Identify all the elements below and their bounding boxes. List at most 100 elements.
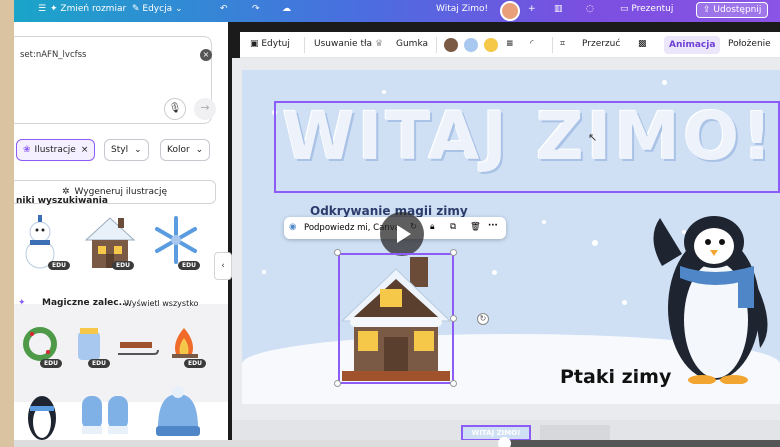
edu-badge: EDU bbox=[112, 261, 134, 270]
bg-remove-label: Usuwanie tła bbox=[314, 39, 373, 49]
winter-hat-thumbnail[interactable] bbox=[148, 382, 208, 442]
lock-icon[interactable]: 🔒︎ bbox=[430, 222, 435, 232]
close-icon[interactable]: × bbox=[81, 145, 89, 155]
filter-chip-color[interactable]: Kolor ⌄ bbox=[160, 139, 211, 161]
element-toolbar: ▣ Edytuj Usuwanie tła ♛ Gumka ≡ ◜ ⌗ Prze… bbox=[240, 32, 780, 58]
snowman-thumbnail[interactable]: EDU bbox=[16, 210, 76, 272]
left-edge bbox=[0, 0, 14, 447]
present-label: Prezentuj bbox=[631, 4, 674, 14]
snowflake-thumbnail[interactable]: EDU bbox=[146, 210, 206, 272]
divider bbox=[304, 37, 305, 53]
crown-icon: ♛ bbox=[374, 39, 384, 49]
collapse-panel-button[interactable]: ‹ bbox=[214, 252, 232, 280]
animate-button[interactable]: Animacja bbox=[664, 36, 721, 54]
edu-badge: EDU bbox=[184, 359, 206, 368]
corner-rounding-icon[interactable]: ◜ bbox=[530, 39, 534, 49]
chip-label: Styl bbox=[111, 145, 129, 155]
eraser-button[interactable]: Gumka bbox=[396, 39, 428, 49]
avatar[interactable] bbox=[500, 1, 520, 21]
cloud-save-icon[interactable]: ☁ bbox=[282, 4, 291, 14]
divider bbox=[552, 37, 553, 53]
share-button[interactable]: ⇪ Udostępnij bbox=[696, 2, 769, 18]
more-options-icon[interactable]: ··· bbox=[488, 221, 498, 231]
penguin-thumbnail[interactable] bbox=[18, 382, 68, 442]
add-icon[interactable]: + bbox=[528, 4, 536, 14]
see-all-link[interactable]: Wyświetl wszystko bbox=[124, 299, 198, 308]
chip-label: Kolor bbox=[167, 145, 190, 155]
campfire-thumbnail[interactable]: EDU bbox=[162, 322, 208, 370]
sled-icon bbox=[118, 342, 159, 355]
results-heading: niki wyszukiwania bbox=[16, 196, 108, 206]
page-thumbnail-2[interactable] bbox=[540, 425, 610, 441]
gift-jar-thumbnail[interactable]: EDU bbox=[66, 322, 112, 370]
video-progress-bar[interactable] bbox=[14, 437, 780, 447]
penguin-icon bbox=[28, 396, 56, 440]
penguin-illustration[interactable] bbox=[642, 208, 780, 384]
hamburger-icon[interactable]: ☰ bbox=[38, 4, 46, 14]
birds-text[interactable]: Ptaki zimy bbox=[560, 366, 671, 388]
color-swatch-brown[interactable] bbox=[444, 38, 458, 52]
color-swatch-blue[interactable] bbox=[464, 38, 478, 52]
flip-button[interactable]: Przerzuć bbox=[582, 39, 620, 49]
mittens-thumbnail[interactable] bbox=[76, 386, 136, 442]
title-selection-box bbox=[274, 101, 780, 193]
color-swatch-yellow[interactable] bbox=[484, 38, 498, 52]
line-weight-icon[interactable]: ≡ bbox=[506, 39, 514, 49]
background-remover-button[interactable]: Usuwanie tła ♛ bbox=[314, 39, 383, 49]
magic-icon: ◉ bbox=[289, 222, 297, 232]
edit-label: Edycja bbox=[142, 4, 173, 14]
edit-image-button[interactable]: ▣ Edytuj bbox=[250, 39, 290, 49]
snowflake-dot bbox=[622, 300, 627, 305]
snowflake-dot bbox=[592, 240, 598, 246]
clear-icon[interactable]: × bbox=[200, 49, 212, 61]
image-edit-icon: ▣ bbox=[250, 39, 262, 49]
filter-chip-illustrations[interactable]: ❀ Ilustracje × bbox=[16, 139, 96, 161]
position-button[interactable]: Położenie bbox=[728, 39, 771, 49]
trash-icon[interactable]: 🗑︎ bbox=[470, 222, 481, 232]
video-progress-knob[interactable] bbox=[498, 437, 512, 447]
edit-label: Edytuj bbox=[261, 39, 290, 49]
sled-thumbnail[interactable] bbox=[114, 322, 160, 370]
magic-recommendations-heading: Magiczne zalec... bbox=[42, 298, 129, 308]
search-input[interactable]: set:nAFN_lvcfss bbox=[20, 50, 86, 60]
edu-badge: EDU bbox=[40, 359, 62, 368]
chart-icon[interactable]: ▥ bbox=[554, 4, 563, 14]
house-selection-box bbox=[338, 253, 454, 384]
redo-icon[interactable]: ↷ bbox=[252, 4, 260, 14]
snowflake-dot bbox=[492, 270, 497, 275]
video-progress-fill bbox=[14, 440, 505, 447]
resize-button[interactable]: ✦ Zmień rozmiar bbox=[50, 4, 126, 14]
microphone-icon[interactable]: 🎙 bbox=[164, 98, 186, 120]
snowflake-dot bbox=[382, 90, 386, 94]
crop-icon[interactable]: ⌗ bbox=[560, 39, 565, 49]
resize-handle[interactable] bbox=[450, 315, 457, 322]
document-title[interactable]: Witaj Zimo! bbox=[436, 4, 488, 14]
resize-handle[interactable] bbox=[334, 249, 341, 256]
resize-handle[interactable] bbox=[334, 380, 341, 387]
wreath-thumbnail[interactable]: EDU bbox=[18, 322, 64, 370]
video-play-button[interactable] bbox=[380, 212, 424, 256]
share-label: Udostępnij bbox=[713, 5, 762, 15]
chevron-down-icon: ⌄ bbox=[195, 145, 204, 155]
duplicate-icon[interactable]: ⧉ bbox=[450, 222, 456, 232]
edit-menu-button[interactable]: ✎ Edycja ⌄ bbox=[132, 4, 183, 14]
present-button[interactable]: ▭ Prezentuj bbox=[620, 4, 673, 14]
magic-sparkle-icon: ✦ bbox=[18, 298, 26, 308]
page-thumbnail-1[interactable]: WITAJ ZIMO! bbox=[461, 425, 531, 441]
mittens-icon bbox=[82, 396, 128, 434]
undo-icon[interactable]: ↶ bbox=[220, 4, 228, 14]
resize-handle[interactable] bbox=[450, 380, 457, 387]
side-panel: set:nAFN_lvcfss × 🎙 → ❀ Ilustracje × Sty… bbox=[14, 22, 228, 447]
filter-chip-style[interactable]: Styl ⌄ bbox=[104, 139, 149, 161]
house-thumbnail[interactable]: EDU bbox=[80, 210, 140, 272]
rotate-handle-icon[interactable]: ↻ bbox=[477, 313, 489, 325]
chip-label: Ilustracje bbox=[34, 145, 76, 155]
edu-badge: EDU bbox=[178, 261, 200, 270]
arrow-right-icon[interactable]: → bbox=[194, 98, 216, 120]
transparency-icon[interactable]: ▩ bbox=[638, 39, 647, 49]
comment-icon[interactable]: ◌ bbox=[586, 4, 594, 14]
snowflake-dot bbox=[662, 80, 667, 85]
present-icon: ▭ bbox=[620, 4, 632, 14]
resize-label: Zmień rozmiar bbox=[60, 4, 127, 14]
resize-handle[interactable] bbox=[450, 249, 457, 256]
